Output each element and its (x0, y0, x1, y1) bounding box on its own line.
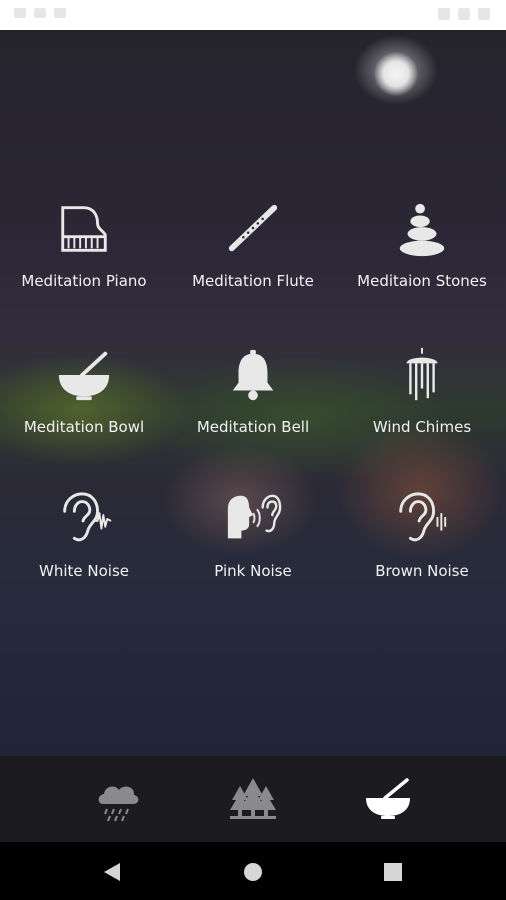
sound-label: Meditation Bowl (23, 418, 145, 436)
sound-label: Meditaion Stones (357, 272, 487, 290)
sound-tile-pink-noise[interactable]: Pink Noise (169, 490, 337, 580)
sound-label: Wind Chimes (372, 418, 472, 436)
sound-tile-bell[interactable]: Meditation Bell (169, 346, 337, 436)
sound-label: Pink Noise (214, 562, 292, 580)
stones-icon (399, 203, 445, 257)
sound-label: Brown Noise (375, 562, 469, 580)
notification-icon (34, 8, 46, 18)
bell-icon (232, 349, 274, 401)
sound-tile-bowl[interactable]: Meditation Bowl (0, 346, 168, 436)
recents-icon[interactable] (381, 860, 405, 884)
singing-bowl-icon (366, 778, 410, 819)
tab-rain[interactable] (93, 774, 143, 824)
back-icon[interactable] (100, 860, 124, 884)
forest-icon (230, 778, 276, 819)
sound-tile-flute[interactable]: Meditation Flute (169, 200, 337, 290)
background-scene: Meditation Piano Meditation Flute Medita… (0, 30, 506, 756)
battery-icon (478, 8, 490, 20)
notification-icon (14, 8, 26, 18)
head-ear-icon (227, 494, 282, 539)
rain-cloud-icon (98, 786, 139, 822)
status-system-icons (438, 8, 490, 20)
ear-sound-icon (399, 492, 447, 542)
bottom-tab-bar (0, 756, 506, 842)
home-icon[interactable] (241, 860, 265, 884)
status-bar (0, 0, 506, 30)
tab-meditation[interactable] (363, 774, 413, 824)
sound-tile-brown-noise[interactable]: Brown Noise (338, 490, 506, 580)
ear-waveform-icon (63, 492, 112, 542)
system-navigation-bar (0, 842, 506, 900)
wind-chimes-icon (406, 347, 438, 401)
signal-icon (458, 8, 470, 20)
sound-label: Meditation Bell (196, 418, 310, 436)
moon-glow (374, 52, 418, 96)
sound-tile-chimes[interactable]: Wind Chimes (338, 346, 506, 436)
sound-tile-stones[interactable]: Meditaion Stones (338, 200, 506, 290)
status-notifications (14, 8, 66, 18)
sound-label: White Noise (39, 562, 129, 580)
tab-forest[interactable] (228, 774, 278, 824)
sound-label: Meditation Piano (21, 272, 147, 290)
sound-tile-piano[interactable]: Meditation Piano (0, 200, 168, 290)
singing-bowl-icon (58, 351, 110, 401)
sound-tile-white-noise[interactable]: White Noise (0, 490, 168, 580)
sound-label: Meditation Flute (192, 272, 314, 290)
piano-icon (61, 206, 107, 252)
flute-icon (228, 204, 278, 252)
notification-icon (54, 8, 66, 18)
wifi-icon (438, 8, 450, 20)
